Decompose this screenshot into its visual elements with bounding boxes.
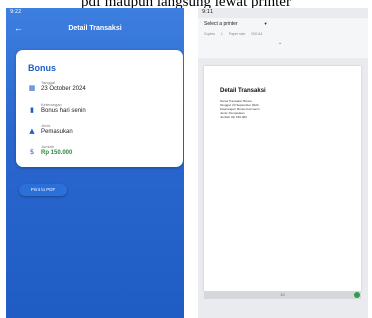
transaction-detail-screen: 9:22 ← Detail Transaksi Bonus ▦ Tanggal … <box>6 8 184 318</box>
print-preview-screen: 9:11 Select a printer ▼ Copies 1 Paper si… <box>198 8 368 318</box>
expand-chevron-icon[interactable]: ⌄ <box>278 40 282 46</box>
amount-value: Rp 150.000 <box>41 150 73 156</box>
category-icon: ▲ <box>29 127 35 135</box>
detail-row-description: ▮ Keterangan Bonus hari senin <box>28 102 178 118</box>
doc-title: Detail Transaksi <box>220 88 266 94</box>
caption-text: pdf maupun langsung lewat printer <box>81 0 291 8</box>
detail-row-date: ▦ Tanggal 23 October 2024 <box>28 80 178 96</box>
doc-lines: Nama Transaksi: Bonus Tanggal: 23 Septem… <box>220 99 260 119</box>
detail-row-type: ▲ Jenis Pemasukan <box>28 123 178 139</box>
type-value: Pemasukan <box>41 129 73 135</box>
description-value: Bonus hari senin <box>41 108 86 114</box>
calendar-icon: ▦ <box>28 84 36 92</box>
doc-line: Jumlah: Rp 150.000 <box>220 115 247 119</box>
printer-select[interactable]: Select a printer ▼ <box>204 21 268 27</box>
paper-size-value[interactable]: ISO A4 <box>251 32 262 36</box>
print-settings-panel: Select a printer ▼ Copies 1 Paper size IS… <box>198 18 368 58</box>
date-value: 23 October 2024 <box>41 86 86 92</box>
status-bar-time: 9:22 <box>10 9 22 15</box>
page-indicator: 1/1 <box>204 291 361 299</box>
app-bar: ← Detail Transaksi <box>6 18 184 40</box>
document-icon: ▮ <box>30 106 34 114</box>
transaction-card: Bonus ▦ Tanggal 23 October 2024 ▮ Ketera… <box>16 50 183 167</box>
transaction-name: Bonus <box>28 63 56 73</box>
page-title: Detail Transaksi <box>68 25 122 32</box>
money-icon: $ <box>29 148 35 156</box>
status-bar-time: 9:11 <box>202 9 214 15</box>
detail-row-amount: $ Jumlah Rp 150.000 <box>28 144 178 160</box>
paper-size-label: Paper size <box>228 32 246 36</box>
print-to-pdf-button[interactable]: Print to PDF <box>19 184 67 196</box>
print-options-row: Copies 1 Paper size ISO A4 <box>204 32 267 36</box>
copies-label: Copies <box>204 32 215 36</box>
copies-value[interactable]: 1 <box>221 32 223 36</box>
chevron-down-icon: ▼ <box>263 21 268 26</box>
print-preview-page: Detail Transaksi Nama Transaksi: Bonus T… <box>204 66 361 291</box>
download-pdf-button[interactable] <box>354 292 360 298</box>
printer-select-label: Select a printer <box>204 21 238 27</box>
